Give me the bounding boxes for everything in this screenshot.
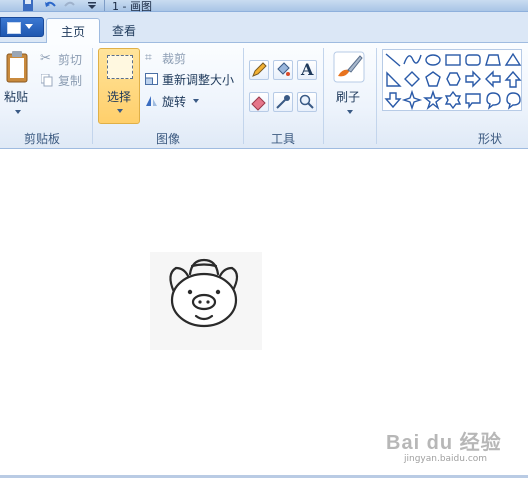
magnifier-tool-button[interactable] bbox=[297, 92, 317, 112]
file-menu-button[interactable] bbox=[0, 17, 44, 37]
rotate-button[interactable]: 旋转 bbox=[145, 93, 205, 109]
left-arrow-shape[interactable] bbox=[485, 70, 501, 88]
shapes-grid bbox=[384, 52, 522, 111]
six-point-star-shape[interactable] bbox=[444, 90, 462, 110]
pencil-icon bbox=[252, 62, 267, 77]
five-point-star-shape[interactable] bbox=[423, 89, 443, 111]
rectangle-shape[interactable] bbox=[445, 54, 461, 66]
copy-label: 复制 bbox=[58, 74, 83, 88]
fill-icon bbox=[277, 62, 290, 76]
rotate-label: 旋转 bbox=[162, 95, 187, 109]
group-label-clipboard: 剪贴板 bbox=[23, 132, 60, 146]
group-label-shapes: 形状 bbox=[477, 132, 502, 146]
group-divider bbox=[323, 48, 324, 144]
customize-quick-access-icon[interactable] bbox=[86, 0, 98, 11]
chevron-down-icon bbox=[347, 110, 353, 114]
rotate-icon bbox=[146, 96, 157, 106]
title-bar bbox=[0, 0, 528, 12]
oval-shape[interactable] bbox=[425, 54, 441, 66]
chevron-down-icon bbox=[193, 99, 199, 103]
selection-rectangle-icon bbox=[107, 55, 133, 79]
curve-shape[interactable] bbox=[403, 54, 422, 65]
cut-button[interactable]: ✂ 剪切 bbox=[40, 51, 90, 67]
watermark: Bai du 经验 jingyan.baidu.com bbox=[386, 426, 506, 466]
text-icon: A bbox=[301, 60, 314, 79]
save-icon[interactable] bbox=[22, 0, 34, 11]
undo-icon[interactable] bbox=[44, 0, 56, 11]
chevron-down-icon bbox=[117, 109, 123, 113]
group-label-tools: 工具 bbox=[270, 132, 295, 146]
brush-icon bbox=[333, 51, 365, 83]
diamond-shape[interactable] bbox=[404, 71, 420, 87]
right-triangle-shape[interactable] bbox=[386, 71, 402, 87]
crop-icon: ⌗ bbox=[145, 50, 152, 64]
copy-button[interactable]: 复制 bbox=[40, 72, 90, 88]
shapes-gallery bbox=[382, 49, 522, 111]
eraser-tool-button[interactable] bbox=[249, 92, 269, 112]
eraser-icon bbox=[251, 96, 266, 111]
resize-label: 重新调整大小 bbox=[162, 73, 235, 87]
line-shape[interactable] bbox=[385, 53, 401, 67]
chevron-down-icon bbox=[25, 24, 33, 29]
callout-rect-shape[interactable] bbox=[465, 93, 481, 110]
paste-label: 粘贴 bbox=[4, 90, 29, 104]
resize-icon bbox=[145, 73, 158, 85]
tab-view[interactable]: 查看 bbox=[98, 18, 150, 44]
pentagon-shape[interactable] bbox=[425, 71, 441, 87]
polygon-shape[interactable] bbox=[485, 54, 501, 66]
group-divider bbox=[92, 48, 93, 144]
text-tool-button[interactable]: A bbox=[297, 60, 317, 80]
cut-label: 剪切 bbox=[58, 53, 83, 67]
four-point-star-shape[interactable] bbox=[401, 89, 423, 111]
paste-button[interactable]: 粘贴 bbox=[4, 50, 30, 122]
brushes-button[interactable]: 刷子 bbox=[330, 50, 370, 122]
down-arrow-shape[interactable] bbox=[384, 92, 402, 109]
triangle-shape[interactable] bbox=[504, 52, 522, 66]
select-label: 选择 bbox=[107, 90, 132, 104]
right-arrow-shape[interactable] bbox=[465, 70, 481, 88]
select-button[interactable]: 选择 bbox=[98, 48, 140, 124]
title-divider bbox=[104, 0, 105, 11]
scissors-icon: ✂ bbox=[40, 51, 51, 66]
group-label-image: 图像 bbox=[155, 132, 180, 146]
menu-icon bbox=[7, 22, 21, 34]
group-divider bbox=[243, 48, 244, 144]
tab-home[interactable]: 主页 bbox=[46, 18, 101, 44]
hexagon-shape[interactable] bbox=[446, 72, 461, 86]
resize-button[interactable]: 重新调整大小 bbox=[145, 71, 237, 87]
rounded-rectangle-shape[interactable] bbox=[465, 54, 481, 66]
callout-cloud-shape[interactable] bbox=[506, 92, 521, 110]
pig-face-drawing bbox=[169, 258, 239, 328]
copy-icon bbox=[41, 74, 53, 87]
pencil-tool-button[interactable] bbox=[249, 60, 269, 80]
chevron-down-icon bbox=[15, 110, 21, 114]
redo-icon[interactable] bbox=[64, 0, 76, 11]
magnifier-icon bbox=[299, 94, 314, 109]
crop-button[interactable]: ⌗ 裁剪 bbox=[145, 50, 205, 66]
color-picker-icon bbox=[276, 95, 290, 109]
group-divider bbox=[376, 48, 377, 144]
watermark-url: jingyan.baidu.com bbox=[404, 454, 488, 464]
fill-tool-button[interactable] bbox=[273, 60, 293, 80]
watermark-text: Bai du 经验 bbox=[386, 432, 502, 454]
callout-oval-shape[interactable] bbox=[486, 92, 501, 110]
color-picker-tool-button[interactable] bbox=[273, 92, 293, 112]
clipboard-icon bbox=[6, 51, 28, 83]
brushes-label: 刷子 bbox=[336, 90, 361, 104]
crop-label: 裁剪 bbox=[162, 52, 187, 66]
up-arrow-shape[interactable] bbox=[504, 70, 522, 88]
